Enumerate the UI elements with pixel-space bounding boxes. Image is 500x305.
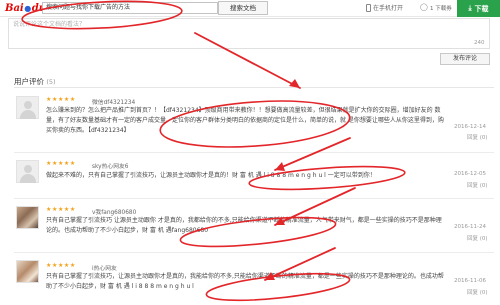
star-rating: ★★★★★ xyxy=(46,160,76,167)
avatar-placeholder-icon xyxy=(24,101,32,109)
char-count: 240 xyxy=(474,40,485,46)
comment-placeholder: 说说评论这个文档的看法？ xyxy=(13,21,86,28)
review-date: 2016-12-14 xyxy=(454,124,486,130)
reply-link[interactable]: 回复 (0) xyxy=(467,133,488,141)
review-text: 只有自己掌握了引流技巧 让源员主动跟你 才是真的，我都给你的不多,只能给你渠道不… xyxy=(46,217,442,234)
review-date: 2016-11-06 xyxy=(454,278,486,284)
phone-icon xyxy=(366,3,371,12)
download-arrow-icon: ⤓ xyxy=(468,4,472,12)
coupon-icon: ◯ xyxy=(420,3,428,11)
download-button-label: 下载 xyxy=(474,4,489,13)
divider xyxy=(14,152,494,153)
reviews-title: 用户评价 xyxy=(14,77,44,86)
reply-link[interactable]: 回复 (0) xyxy=(467,234,488,242)
open-on-phone-link[interactable]: 在手机打开 xyxy=(366,3,403,12)
divider xyxy=(14,252,494,253)
review-text: 怎么赚米到的？怎么把产品推广到首页？！【df4321234】顶级商用带来教你！！… xyxy=(46,107,444,134)
logo-bai: Bai xyxy=(5,2,24,14)
review-username[interactable]: i热心网友 xyxy=(92,263,117,272)
download-button[interactable]: ⤓ 下载 xyxy=(457,0,500,17)
paw-icon: ● xyxy=(24,3,32,13)
review-username[interactable]: sky热心网友6 xyxy=(92,161,128,170)
reply-link[interactable]: 回复 (0) xyxy=(467,288,488,296)
search-button[interactable]: 搜索文档 xyxy=(218,1,268,15)
reviews-heading: 用户评价 (5) xyxy=(14,76,56,87)
reviews-count: (5) xyxy=(46,78,56,86)
open-on-phone-label: 在手机打开 xyxy=(373,5,404,12)
star-rating: ★★★★★ xyxy=(46,262,76,269)
star-rating: ★★★★★ xyxy=(46,206,76,213)
review-username[interactable]: v我fang680680 xyxy=(92,207,136,216)
divider xyxy=(14,198,494,199)
comment-textarea[interactable]: 说说评论这个文档的看法？ xyxy=(8,18,490,49)
review-username[interactable]: 微信df4321234 xyxy=(92,97,135,106)
review-date: 2016-11-24 xyxy=(454,224,486,230)
avatar[interactable] xyxy=(16,206,39,229)
download-cost: 1 下载券 xyxy=(430,6,452,12)
divider xyxy=(14,87,494,88)
avatar-placeholder-icon xyxy=(24,165,32,173)
review-date: 2016-12-05 xyxy=(454,171,486,177)
reply-link[interactable]: 回复 (0) xyxy=(467,181,488,189)
top-header: Bai ● du 文库 搜索问题与找你下载广告的方法 搜索文档 在手机打开 ◯ … xyxy=(0,0,500,17)
publish-comment-button[interactable]: 发布评论 xyxy=(440,53,490,65)
avatar[interactable] xyxy=(16,160,39,183)
review-text: 只有自己掌握了引流技巧，让源员主动跟你才是真的，我能给你的不多,只能给你渠道不断… xyxy=(46,273,444,290)
star-rating: ★★★★★ xyxy=(46,96,76,103)
review-text: 做起来不难的，只有自己掌握了引流技巧，让源员主动跟你才是真的！财 富 机 遇 l… xyxy=(46,172,376,179)
search-input[interactable]: 搜索问题与找你下载广告的方法 xyxy=(42,2,218,14)
annotation-arrow xyxy=(274,137,351,171)
avatar[interactable] xyxy=(16,96,39,119)
avatar[interactable] xyxy=(16,260,39,283)
